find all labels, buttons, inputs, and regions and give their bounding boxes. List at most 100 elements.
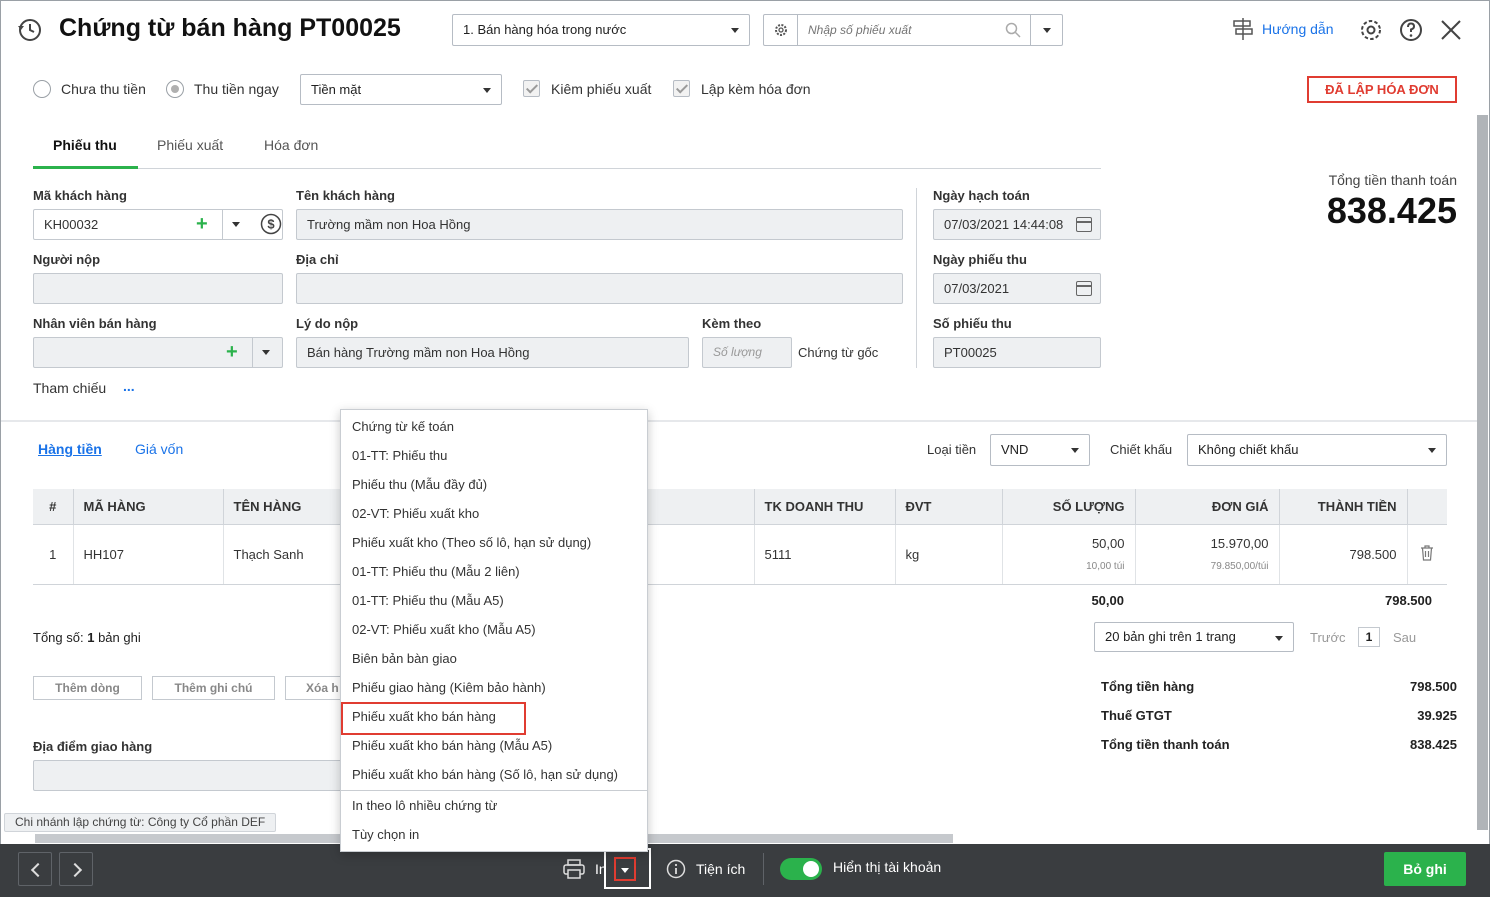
print-menu-item[interactable]: Chứng từ kế toán: [341, 412, 647, 441]
posting-date-field[interactable]: 07/03/2021 14:44:08: [933, 209, 1101, 240]
delivery-place-field[interactable]: [33, 760, 363, 791]
reason-label: Lý do nộp: [296, 316, 359, 331]
debt-dollar-icon[interactable]: $: [260, 213, 282, 235]
tab-invoice[interactable]: Hóa đơn: [264, 137, 318, 153]
tab-delivery-note[interactable]: Phiếu xuất: [157, 137, 223, 153]
attach-count-field[interactable]: Số lượng: [702, 337, 792, 368]
add-salesperson-plus-icon[interactable]: +: [226, 338, 238, 367]
print-menu-item[interactable]: Phiếu giao hàng (Kiêm bảo hành): [341, 673, 647, 702]
payer-field[interactable]: [33, 273, 283, 304]
receipt-no-field[interactable]: PT00025: [933, 337, 1101, 368]
chevron-down-icon[interactable]: [232, 222, 240, 227]
search-icon[interactable]: [1005, 22, 1021, 38]
currency-select[interactable]: VND: [990, 434, 1090, 466]
printer-icon[interactable]: [563, 859, 585, 879]
next-page-button[interactable]: Sau: [1393, 630, 1416, 645]
table-row[interactable]: 1 HH107 Thạch Sanh 5111 kg 50,00 10,00 t…: [33, 524, 1447, 585]
checkbox-delivery-note-label: Kiêm phiếu xuất: [551, 81, 652, 97]
print-menu-item[interactable]: Phiếu xuất kho bán hàng (Số lô, hạn sử d…: [341, 760, 647, 789]
address-field[interactable]: [296, 273, 903, 304]
search-delivery-box[interactable]: [763, 14, 1063, 46]
receipt-date-field[interactable]: 07/03/2021: [933, 273, 1101, 304]
receipt-no-label: Số phiếu thu: [933, 316, 1012, 331]
vat-value: 39.925: [1417, 708, 1457, 723]
footer-amount-total: 798.500: [1385, 593, 1432, 608]
sale-type-select[interactable]: 1. Bán hàng hóa trong nước: [452, 14, 750, 46]
calendar-icon[interactable]: [1076, 281, 1092, 296]
search-settings-button[interactable]: [764, 15, 798, 45]
info-icon[interactable]: [666, 859, 686, 879]
show-account-toggle[interactable]: [780, 858, 822, 880]
print-menu-item-highlighted[interactable]: Phiếu xuất kho bán hàng: [341, 702, 647, 735]
print-dropdown-button[interactable]: [614, 857, 636, 881]
chevron-down-icon: [1071, 448, 1079, 453]
chevron-down-icon: [1275, 636, 1283, 641]
chevron-down-icon: [1428, 448, 1436, 453]
help-link[interactable]: Hướng dẫn: [1232, 18, 1333, 40]
grand-total-value: 838.425: [1410, 737, 1457, 752]
print-menu-item[interactable]: Phiếu xuất kho bán hàng (Mẫu A5): [341, 731, 647, 760]
prev-page-button[interactable]: Trước: [1310, 630, 1346, 645]
checkbox-delivery-note[interactable]: [523, 80, 540, 97]
discount-value: Không chiết khấu: [1198, 442, 1299, 457]
history-icon[interactable]: [17, 17, 43, 43]
current-page[interactable]: 1: [1358, 627, 1380, 647]
table-header-row: # MÃ HÀNG TÊN HÀNG TK DOANH THU ĐVT SỐ L…: [33, 489, 1447, 525]
print-menu-item[interactable]: 02-VT: Phiếu xuất kho: [341, 499, 647, 528]
print-menu-item-options[interactable]: Tùy chọn in: [341, 820, 647, 849]
help-label: Hướng dẫn: [1262, 21, 1334, 37]
cell-qty[interactable]: 50,00 10,00 túi: [1002, 524, 1136, 585]
cell-code[interactable]: HH107: [73, 524, 224, 585]
reason-field[interactable]: Bán hàng Trường mầm non Hoa Hồng: [296, 337, 689, 368]
utility-button-label[interactable]: Tiện ích: [696, 861, 745, 877]
add-customer-plus-icon[interactable]: +: [196, 210, 208, 239]
print-menu-item[interactable]: Phiếu xuất kho (Theo số lô, hạn sử dụng): [341, 528, 647, 557]
vertical-scrollbar[interactable]: [1477, 115, 1488, 830]
payment-method-select[interactable]: Tiền mặt: [300, 74, 502, 105]
calendar-icon[interactable]: [1076, 217, 1092, 232]
customer-code-field[interactable]: KH00032: [33, 209, 283, 240]
search-dropdown-button[interactable]: [1030, 15, 1062, 45]
discount-select[interactable]: Không chiết khấu: [1187, 434, 1447, 466]
column-header: ĐƠN GIÁ: [1135, 489, 1280, 525]
page-size-select[interactable]: 20 bản ghi trên 1 trang: [1094, 622, 1294, 652]
chevron-down-icon[interactable]: [262, 350, 270, 355]
help-icon[interactable]: [1398, 17, 1424, 43]
checkbox-invoice[interactable]: [673, 80, 690, 97]
print-menu-item[interactable]: 01-TT: Phiếu thu (Mẫu 2 liên): [341, 557, 647, 586]
cell-account[interactable]: 5111: [754, 524, 896, 585]
print-menu-item[interactable]: 02-VT: Phiếu xuất kho (Mẫu A5): [341, 615, 647, 644]
add-row-button[interactable]: Thêm dòng: [33, 676, 142, 700]
cell-unit[interactable]: kg: [895, 524, 1003, 585]
previous-record-button[interactable]: [18, 852, 52, 886]
add-note-button[interactable]: Thêm ghi chú: [152, 676, 275, 700]
payment-method-value: Tiền mặt: [311, 82, 362, 97]
discount-label: Chiết khấu: [1110, 442, 1173, 457]
settings-gear-icon[interactable]: [1358, 17, 1384, 43]
radio-paid[interactable]: [166, 80, 184, 98]
salesperson-field[interactable]: [33, 337, 283, 368]
print-menu-item[interactable]: Biên bản bàn giao: [341, 644, 647, 673]
column-header-actions: [1407, 489, 1447, 525]
customer-name-field[interactable]: Trường mầm non Hoa Hồng: [296, 209, 903, 240]
print-menu-item[interactable]: 01-TT: Phiếu thu (Mẫu A5): [341, 586, 647, 615]
subtab-cost[interactable]: Giá vốn: [135, 441, 183, 457]
close-icon[interactable]: [1438, 17, 1464, 43]
print-menu-item[interactable]: Phiếu thu (Mẫu đầy đủ): [341, 470, 647, 499]
search-input[interactable]: [808, 21, 1008, 39]
cell-price[interactable]: 15.970,00 79.850,00/túi: [1135, 524, 1280, 585]
reference-more-link[interactable]: ...: [123, 378, 135, 394]
toolbar-divider: [763, 853, 764, 885]
subtab-amount[interactable]: Hàng tiền: [38, 441, 102, 457]
tab-receipt[interactable]: Phiếu thu: [53, 137, 117, 153]
radio-unpaid[interactable]: [33, 80, 51, 98]
unpost-button[interactable]: Bỏ ghi: [1384, 852, 1466, 886]
chevron-down-icon: [1043, 28, 1051, 33]
footer-qty-total: 50,00: [1091, 593, 1124, 608]
checkbox-invoice-label: Lập kèm hóa đơn: [701, 81, 811, 97]
trash-icon[interactable]: [1420, 544, 1434, 561]
print-menu-item-batch[interactable]: In theo lô nhiều chứng từ: [341, 791, 647, 820]
next-record-button[interactable]: [59, 852, 93, 886]
print-menu-item[interactable]: 01-TT: Phiếu thu: [341, 441, 647, 470]
status-badge: ĐÃ LẬP HÓA ĐƠN: [1307, 76, 1457, 103]
